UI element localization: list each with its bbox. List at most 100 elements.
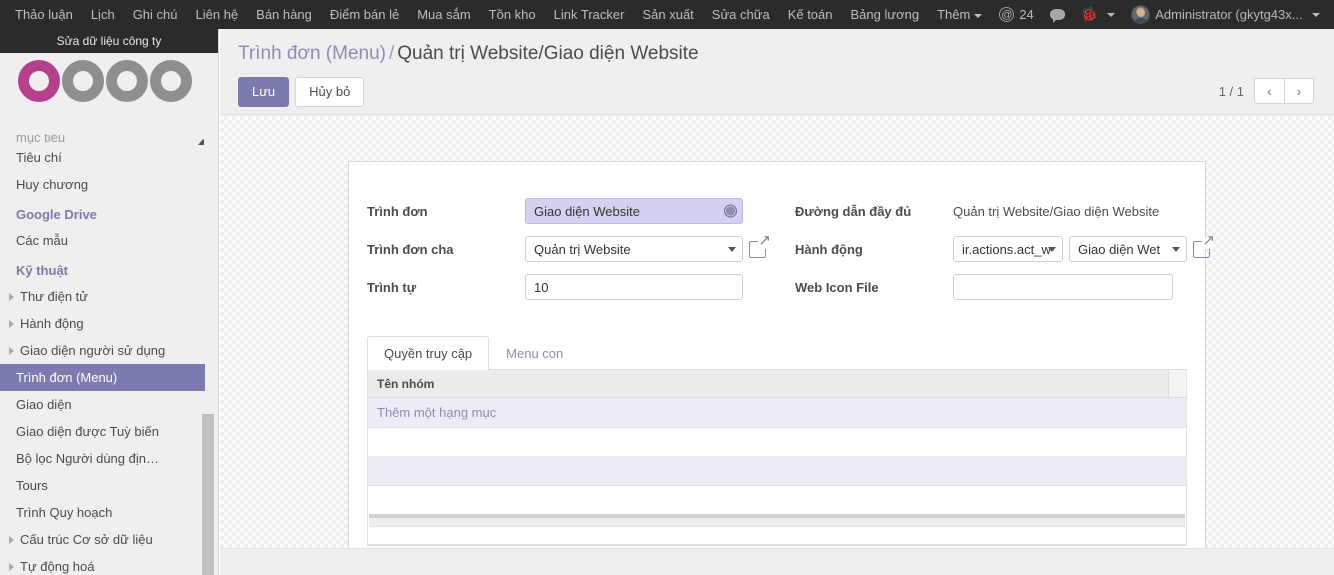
- menu-name-input-wrap: [525, 198, 743, 224]
- sidebar-item-cac-mau[interactable]: Các mẫu: [0, 227, 205, 254]
- nav-app-11[interactable]: Kế toán: [779, 0, 842, 29]
- sidebar-folder-thu-dien-tu[interactable]: Thư điện tử: [0, 283, 205, 310]
- sidebar-item-giao-dien[interactable]: Giao diện: [0, 391, 205, 418]
- sidebar-item-trinh-quy-hoach[interactable]: Trình Quy hoạch: [0, 499, 205, 526]
- form-fields-grid: Trình đơn Trình đơn cha Quản tr: [349, 162, 1215, 308]
- pager: 1 / 1 ‹ ›: [1219, 78, 1314, 104]
- save-button[interactable]: Lưu: [238, 77, 290, 107]
- sequence-field[interactable]: [525, 274, 743, 300]
- action-record-value: Giao diện Wet: [1078, 241, 1161, 257]
- sidebar-folder-cau-truc-co-so-du-lieu[interactable]: Cấu trúc Cơ sở dữ liệu: [0, 526, 205, 553]
- parent-menu-field[interactable]: Quản trị Website: [525, 236, 743, 262]
- tab-quyen-truy-cap[interactable]: Quyền truy cập: [367, 336, 490, 370]
- nav-app-4[interactable]: Bán hàng: [247, 0, 321, 29]
- sidebar-item-bo-loc-nguoi-dung[interactable]: Bộ lọc Người dùng địn…: [0, 445, 205, 472]
- mentions-count: 24: [1019, 7, 1034, 22]
- menu-name-field[interactable]: [525, 198, 743, 224]
- nav-app-12[interactable]: Bảng lương: [842, 0, 929, 29]
- table-spacer-row-2: [368, 486, 1186, 514]
- pager-previous-button[interactable]: ‹: [1254, 78, 1284, 104]
- field-row-parent-menu: Trình đơn cha Quản trị Website: [367, 232, 777, 266]
- nav-app-5[interactable]: Điểm bán lẻ: [321, 0, 408, 29]
- user-menu[interactable]: Administrator (gkytg43x...: [1123, 0, 1327, 29]
- parent-menu-external-link-icon[interactable]: [749, 233, 771, 258]
- field-row-web-icon-file: Web Icon File: [795, 270, 1205, 304]
- breadcrumb-root-link[interactable]: Trình đơn (Menu): [238, 43, 386, 64]
- nav-app-1[interactable]: Lịch: [82, 0, 124, 29]
- sidebar-item-giao-dien-tuy-bien[interactable]: Giao diện được Tuỳ biến: [0, 418, 205, 445]
- pager-buttons: ‹ ›: [1254, 78, 1314, 104]
- add-an-item-link[interactable]: Thêm một hạng mục: [377, 405, 496, 420]
- form-background: Trình đơn Trình đơn cha Quản tr: [220, 116, 1334, 575]
- sidebar-folder-label: Tự động hoá: [20, 559, 95, 574]
- company-edit-banner[interactable]: Sửa dữ liệu công ty: [0, 29, 218, 53]
- chevron-down-icon: [1107, 12, 1116, 17]
- sidebar-item-trinh-don-menu[interactable]: Trình đơn (Menu): [0, 364, 205, 391]
- action-model-field[interactable]: ir.actions.act_w: [953, 236, 1063, 262]
- tab-menu-con[interactable]: Menu con: [489, 336, 580, 370]
- table-header-optional-column[interactable]: [1168, 370, 1186, 397]
- nav-more-label: Thêm: [937, 7, 971, 22]
- sidebar: Sửa dữ liệu công ty mục tiêu Tiêu chí Hu…: [0, 29, 219, 575]
- logo-circle-3: [106, 60, 148, 102]
- sidebar-section-google-drive: Google Drive: [16, 207, 97, 222]
- app-menu-links: Thảo luận Lịch Ghi chú Liên hệ Bán hàng …: [6, 0, 991, 29]
- label-web-icon-file: Web Icon File: [795, 279, 879, 295]
- notebook-tabs: Quyền truy cập Menu con: [367, 336, 1187, 370]
- control-panel-buttons: Lưu Hủy bỏ: [238, 77, 365, 107]
- sidebar-folder-label: Thư điện tử: [20, 289, 88, 304]
- nav-app-2[interactable]: Ghi chú: [124, 0, 187, 29]
- sidebar-folder-giao-dien-nguoi-su-dung[interactable]: Giao diện người sử dụng: [0, 337, 205, 364]
- pager-next-button[interactable]: ›: [1284, 78, 1314, 104]
- control-menu-name: [525, 198, 777, 224]
- nav-app-0[interactable]: Thảo luận: [6, 0, 82, 29]
- chevron-down-icon: [974, 13, 983, 18]
- sidebar-scrollbar-track[interactable]: [202, 134, 216, 575]
- nav-app-10[interactable]: Sửa chữa: [703, 0, 779, 29]
- parent-menu-value: Quản trị Website: [534, 241, 631, 257]
- debug-menu[interactable]: 🐞: [1073, 0, 1123, 29]
- logo-circle-1: [18, 60, 60, 102]
- sidebar-folder-label: Cấu trúc Cơ sở dữ liệu: [20, 532, 153, 547]
- sidebar-item-huy-chuong[interactable]: Huy chương: [0, 171, 205, 198]
- control-sequence: [525, 274, 777, 300]
- field-row-full-path: Đường dẫn đầy đủ Quản trị Website/Giao d…: [795, 194, 1205, 228]
- table-ghost-row[interactable]: [368, 456, 1186, 486]
- web-icon-file-field[interactable]: [953, 274, 1173, 300]
- chevron-right-icon: [9, 319, 14, 328]
- add-record-row[interactable]: Thêm một hạng mục: [368, 398, 1186, 428]
- action-external-link-icon[interactable]: [1193, 233, 1215, 258]
- breadcrumb: Trình đơn (Menu) / Quản trị Website/Giao d…: [220, 29, 1334, 65]
- nav-app-3[interactable]: Liên hệ: [187, 0, 248, 29]
- nav-app-7[interactable]: Tồn kho: [480, 0, 545, 29]
- form-column-right: Đường dẫn đầy đủ Quản trị Website/Giao d…: [777, 194, 1215, 308]
- nav-app-6[interactable]: Mua sắm: [408, 0, 479, 29]
- control-panel: Trình đơn (Menu) / Quản trị Website/Giao d…: [220, 29, 1334, 115]
- sidebar-section-ky-thuat: Kỹ thuật: [16, 263, 68, 278]
- sidebar-folder-tu-dong-hoa[interactable]: Tự động hoá: [0, 553, 205, 575]
- nav-app-8[interactable]: Link Tracker: [545, 0, 634, 29]
- action-model-value: ir.actions.act_w: [962, 241, 1051, 257]
- nav-more-menu[interactable]: Thêm: [928, 0, 991, 29]
- main-content: Trình đơn (Menu) / Quản trị Website/Giao d…: [220, 29, 1334, 575]
- bottom-strip: [220, 548, 1334, 575]
- mentions-counter[interactable]: @ 24: [991, 0, 1041, 29]
- sidebar-folder-hanh-dong[interactable]: Hành động: [0, 310, 205, 337]
- bug-icon: 🐞: [1080, 6, 1099, 22]
- sidebar-item-muc-tieu[interactable]: mục tiêu: [0, 134, 205, 144]
- discard-button[interactable]: Hủy bỏ: [295, 77, 365, 107]
- logo-circle-4: [150, 60, 192, 102]
- action-record-field[interactable]: Giao diện Wet: [1069, 236, 1187, 262]
- sidebar-item-tours[interactable]: Tours: [0, 472, 205, 499]
- systray: @ 24 🐞 Administrator (gkytg43x...: [991, 0, 1327, 29]
- messaging-menu[interactable]: [1042, 0, 1073, 29]
- translate-globe-icon[interactable]: [724, 204, 737, 218]
- full-path-field: Quản trị Website/Giao diện Website: [953, 203, 1160, 219]
- nav-app-9[interactable]: Sản xuất: [633, 0, 702, 29]
- logo-circle-2: [62, 60, 104, 102]
- access-groups-table: Tên nhóm Thêm một hạng mục: [367, 370, 1187, 546]
- sidebar-menu: mục tiêu Tiêu chí Huy chương Google Driv…: [0, 134, 205, 575]
- odoo-logo[interactable]: [0, 53, 218, 109]
- chat-bubble-icon: [1049, 9, 1065, 23]
- sidebar-item-tieu-chi[interactable]: Tiêu chí: [0, 144, 205, 171]
